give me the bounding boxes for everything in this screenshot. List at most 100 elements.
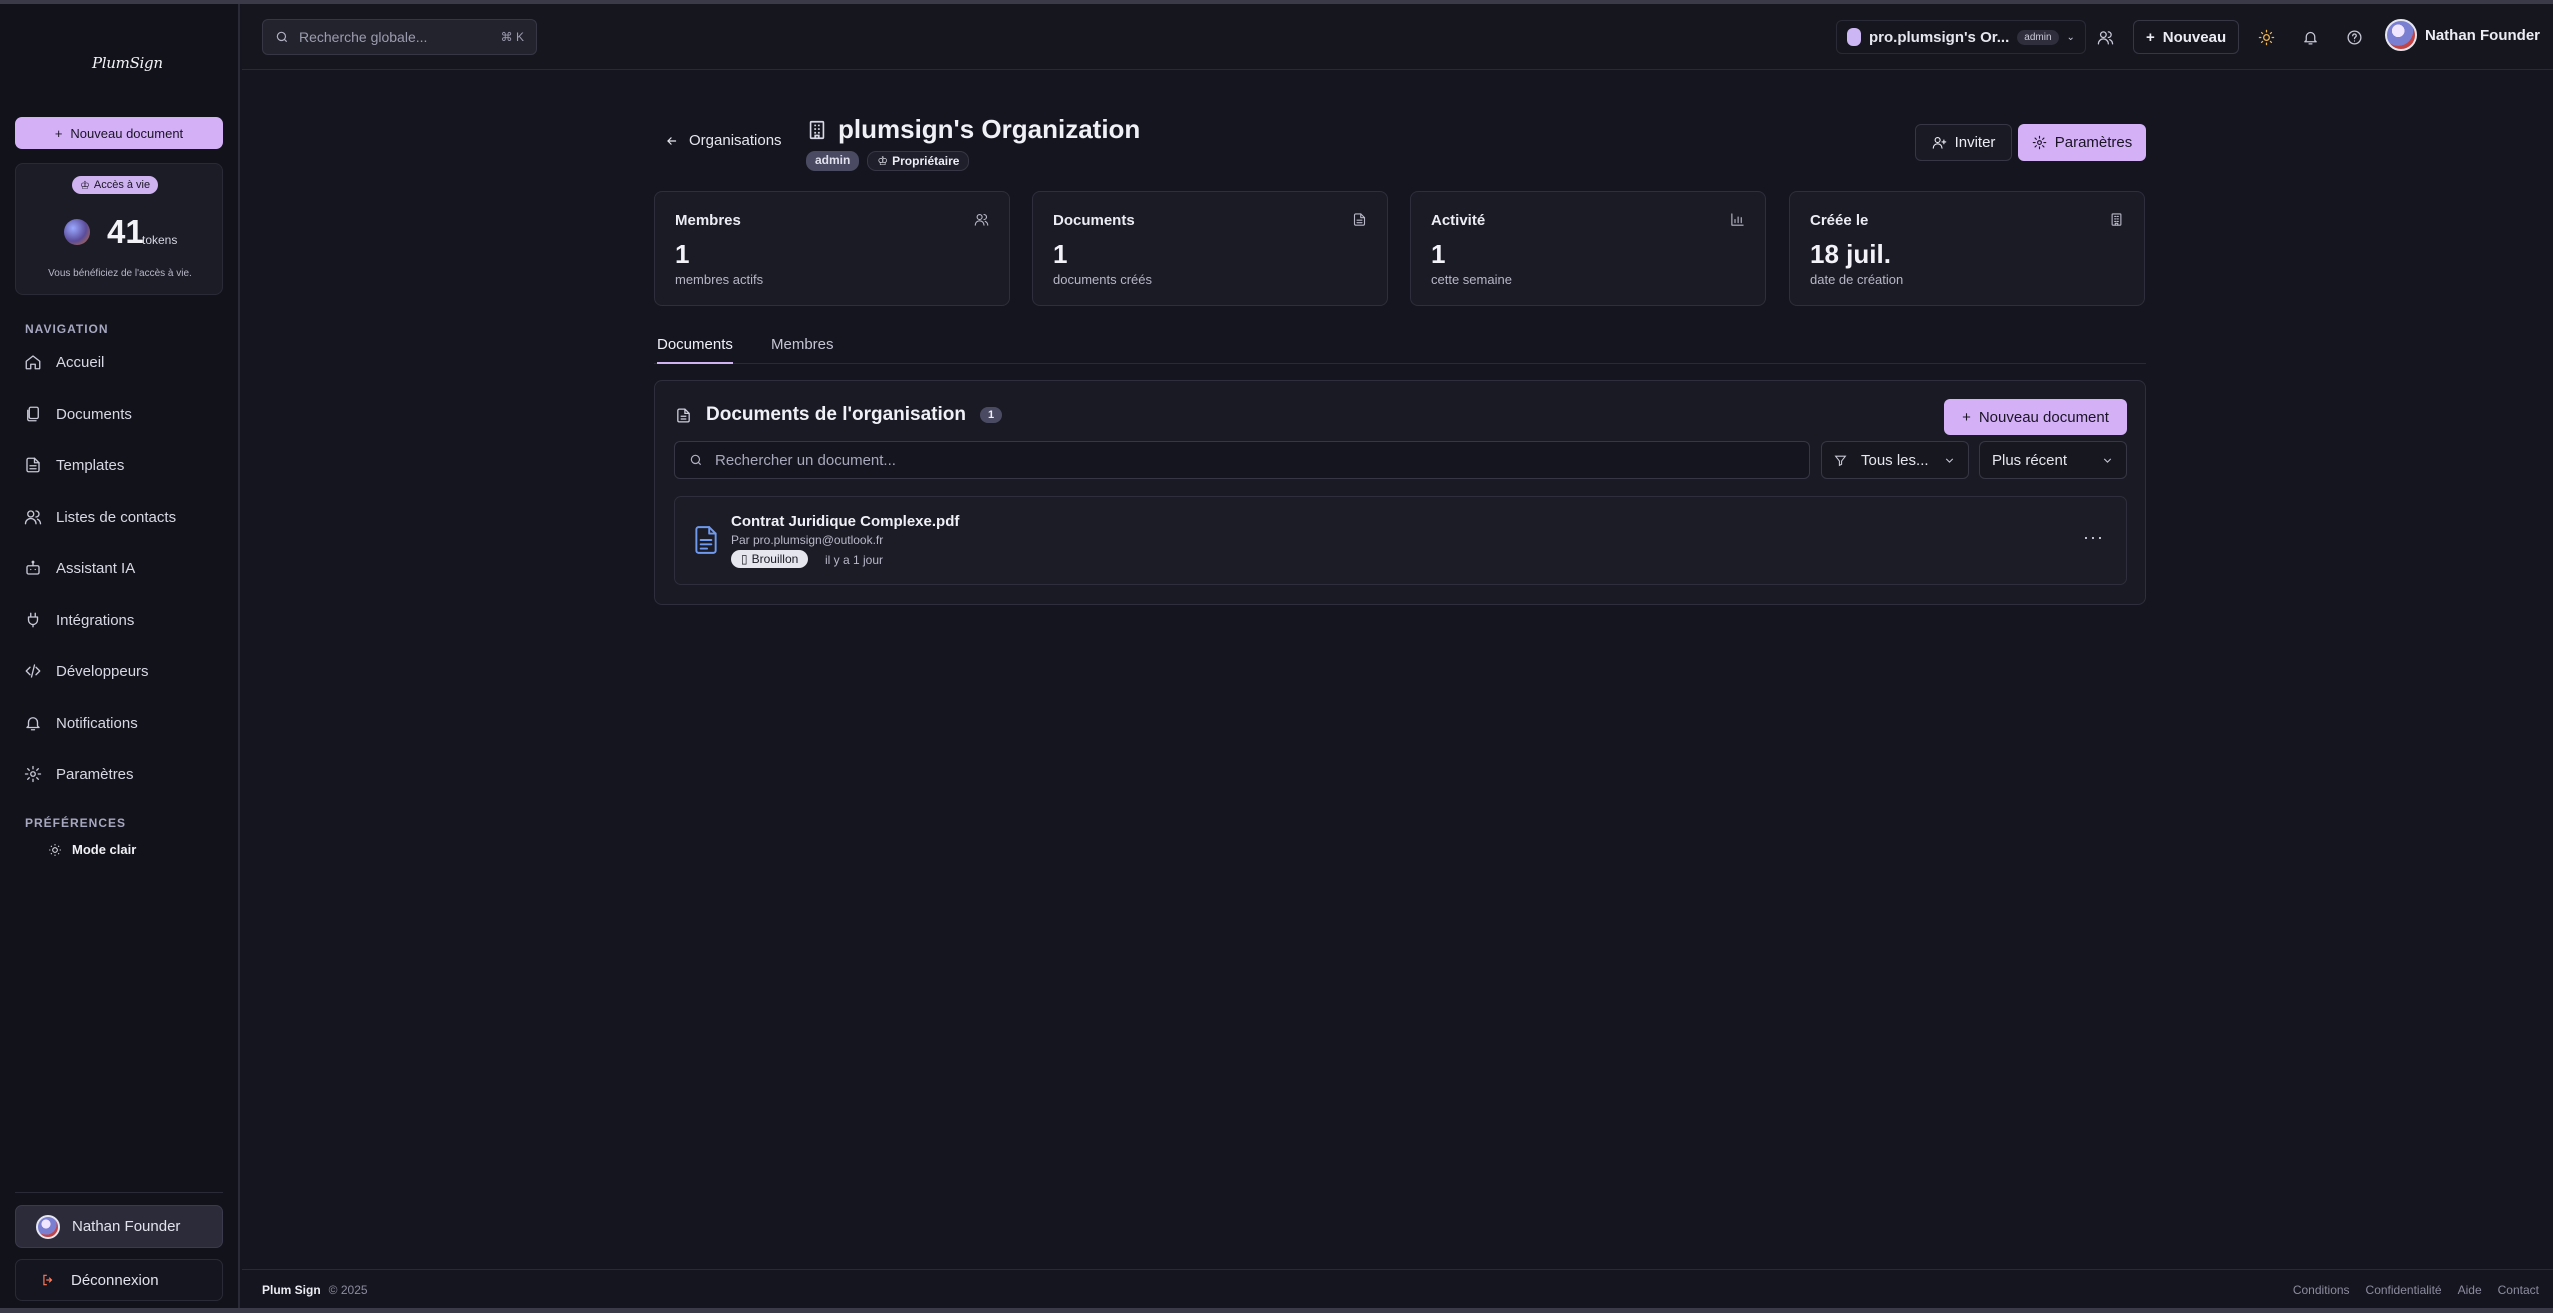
sidebar-item-developpeurs[interactable]: Développeurs: [24, 651, 224, 691]
avatar: [2385, 19, 2417, 51]
token-coin-icon: [64, 219, 90, 245]
theme-toggle-button[interactable]: [2255, 26, 2277, 48]
sidebar-item-label: Notifications: [56, 714, 138, 732]
building-icon: [2111, 213, 2122, 226]
more-options-icon[interactable]: ···: [2083, 527, 2104, 548]
status-filter-select[interactable]: Tous les...: [1821, 441, 1969, 479]
draft-icon: ▯: [741, 552, 748, 566]
admin-badge: admin: [806, 151, 860, 171]
global-search-input[interactable]: Recherche globale... ⌘ K: [262, 19, 537, 55]
help-button[interactable]: [2343, 26, 2365, 48]
template-icon: [26, 457, 40, 473]
organization-settings-button[interactable]: Paramètres: [2018, 124, 2146, 161]
users-icon: [974, 213, 989, 226]
sidebar-item-templates[interactable]: Templates: [24, 445, 224, 485]
invite-label: Inviter: [1954, 134, 1996, 151]
footer-copyright: Plum Sign © 2025: [262, 1283, 368, 1297]
document-search-input[interactable]: Rechercher un document...: [674, 441, 1810, 479]
organization-documents-panel: Documents de l'organisation 1 + Nouveau …: [654, 380, 2146, 605]
footer-link-contact[interactable]: Contact: [2498, 1283, 2539, 1297]
topbar: Recherche globale... ⌘ K pro.plumsign's …: [242, 4, 2553, 70]
user-menu[interactable]: Nathan Founder: [2385, 19, 2540, 51]
file-text-icon: [695, 526, 717, 554]
light-mode-toggle[interactable]: Mode clair: [48, 842, 136, 857]
tab-membres[interactable]: Membres: [771, 336, 834, 362]
organization-badges: admin ♔ Propriétaire: [806, 151, 970, 171]
topbar-new-button[interactable]: + Nouveau: [2133, 20, 2240, 54]
sidebar-item-label: Accueil: [56, 353, 105, 371]
footer: Plum Sign © 2025 Conditions Confidential…: [242, 1269, 2553, 1308]
organization-tabs: Documents Membres: [654, 330, 2146, 364]
users-icon: [2097, 30, 2113, 45]
plumsign-logo[interactable]: PlumSign: [92, 54, 163, 72]
footer-link-confidentialite[interactable]: Confidentialité: [2366, 1283, 2442, 1297]
stat-title: Membres: [675, 212, 741, 229]
sidebar-item-label: Assistant IA: [56, 559, 136, 577]
sidebar-item-notifications[interactable]: Notifications: [24, 703, 224, 743]
status-label: Brouillon: [751, 552, 799, 566]
footer-link-conditions[interactable]: Conditions: [2293, 1283, 2350, 1297]
organization-switcher[interactable]: pro.plumsign's Or... admin ⌄: [1836, 20, 2086, 54]
sidebar-item-assistant-ia[interactable]: Assistant IA: [24, 548, 224, 588]
stat-card-members: Membres 1 membres actifs: [654, 191, 1010, 306]
document-icon: [677, 407, 690, 423]
stat-card-created: Créée le 18 juil. date de création: [1789, 191, 2145, 306]
logout-button[interactable]: Déconnexion: [15, 1259, 223, 1301]
avatar: [36, 1214, 60, 1239]
back-label: Organisations: [689, 132, 782, 149]
light-mode-label: Mode clair: [72, 842, 137, 857]
panel-title: Documents de l'organisation: [706, 404, 966, 425]
documents-icon: [27, 406, 39, 422]
owner-badge: ♔ Propriétaire: [867, 151, 970, 171]
list-item[interactable]: Contrat Juridique Complexe.pdf Par pro.p…: [674, 496, 2127, 585]
sidebar-item-parametres[interactable]: Paramètres: [24, 754, 224, 794]
sidebar-item-label: Intégrations: [56, 611, 135, 629]
sidebar-item-label: Templates: [56, 456, 125, 474]
search-icon: [690, 454, 702, 466]
panel-new-document-button[interactable]: + Nouveau document: [1944, 399, 2127, 435]
invite-button[interactable]: Inviter: [1915, 124, 2012, 161]
chevron-down-icon: [2103, 458, 2112, 463]
chevron-down-icon: ⌄: [2066, 31, 2075, 43]
sidebar-new-document-button[interactable]: + Nouveau document: [15, 117, 223, 149]
sidebar-item-integrations[interactable]: Intégrations: [24, 600, 224, 640]
stat-title: Activité: [1431, 212, 1486, 229]
notifications-button[interactable]: [2299, 26, 2321, 48]
members-button[interactable]: [2094, 26, 2116, 48]
sidebar-item-label: Paramètres: [56, 765, 134, 783]
bell-icon: [2303, 31, 2317, 45]
document-icon: [1353, 213, 1366, 226]
stat-subtitle: date de création: [1810, 272, 1904, 287]
plus-icon: +: [1962, 408, 1971, 426]
back-to-organizations-link[interactable]: Organisations: [665, 132, 782, 149]
token-label: tokens: [142, 233, 178, 247]
gear-icon: [24, 765, 42, 783]
document-time: il y a 1 jour: [825, 553, 884, 567]
user-menu-name: Nathan Founder: [2425, 26, 2540, 44]
sidebar-item-label: Documents: [56, 405, 132, 423]
plus-icon: +: [2146, 28, 2155, 46]
owner-badge-label: Propriétaire: [892, 154, 960, 168]
code-icon: [25, 664, 41, 678]
token-count: 41: [107, 213, 144, 250]
sort-select[interactable]: Plus récent: [1979, 441, 2127, 479]
sidebar-item-documents[interactable]: Documents: [24, 394, 224, 434]
building-icon: [809, 120, 825, 139]
user-plus-icon: [1932, 136, 1946, 149]
global-search-placeholder: Recherche globale...: [299, 29, 428, 45]
crown-icon: ♔: [80, 179, 90, 192]
crown-icon: ♔: [877, 154, 889, 168]
bar-chart-icon: [1731, 213, 1744, 226]
sidebar-item-contacts[interactable]: Listes de contacts: [24, 497, 224, 537]
preferences-section-label: PRÉFÉRENCES: [25, 816, 127, 830]
document-name[interactable]: Contrat Juridique Complexe.pdf: [731, 513, 959, 530]
sidebar-item-accueil[interactable]: Accueil: [24, 342, 224, 382]
sidebar-user-card[interactable]: Nathan Founder: [15, 1205, 223, 1248]
search-icon: [276, 31, 288, 43]
tab-documents[interactable]: Documents: [657, 336, 733, 364]
footer-link-aide[interactable]: Aide: [2458, 1283, 2482, 1297]
stat-value: 1: [675, 239, 690, 269]
stat-card-activity: Activité 1 cette semaine: [1410, 191, 1766, 306]
help-icon: [2346, 29, 2362, 45]
access-note: Vous bénéficiez de l'accès à vie.: [48, 268, 192, 279]
